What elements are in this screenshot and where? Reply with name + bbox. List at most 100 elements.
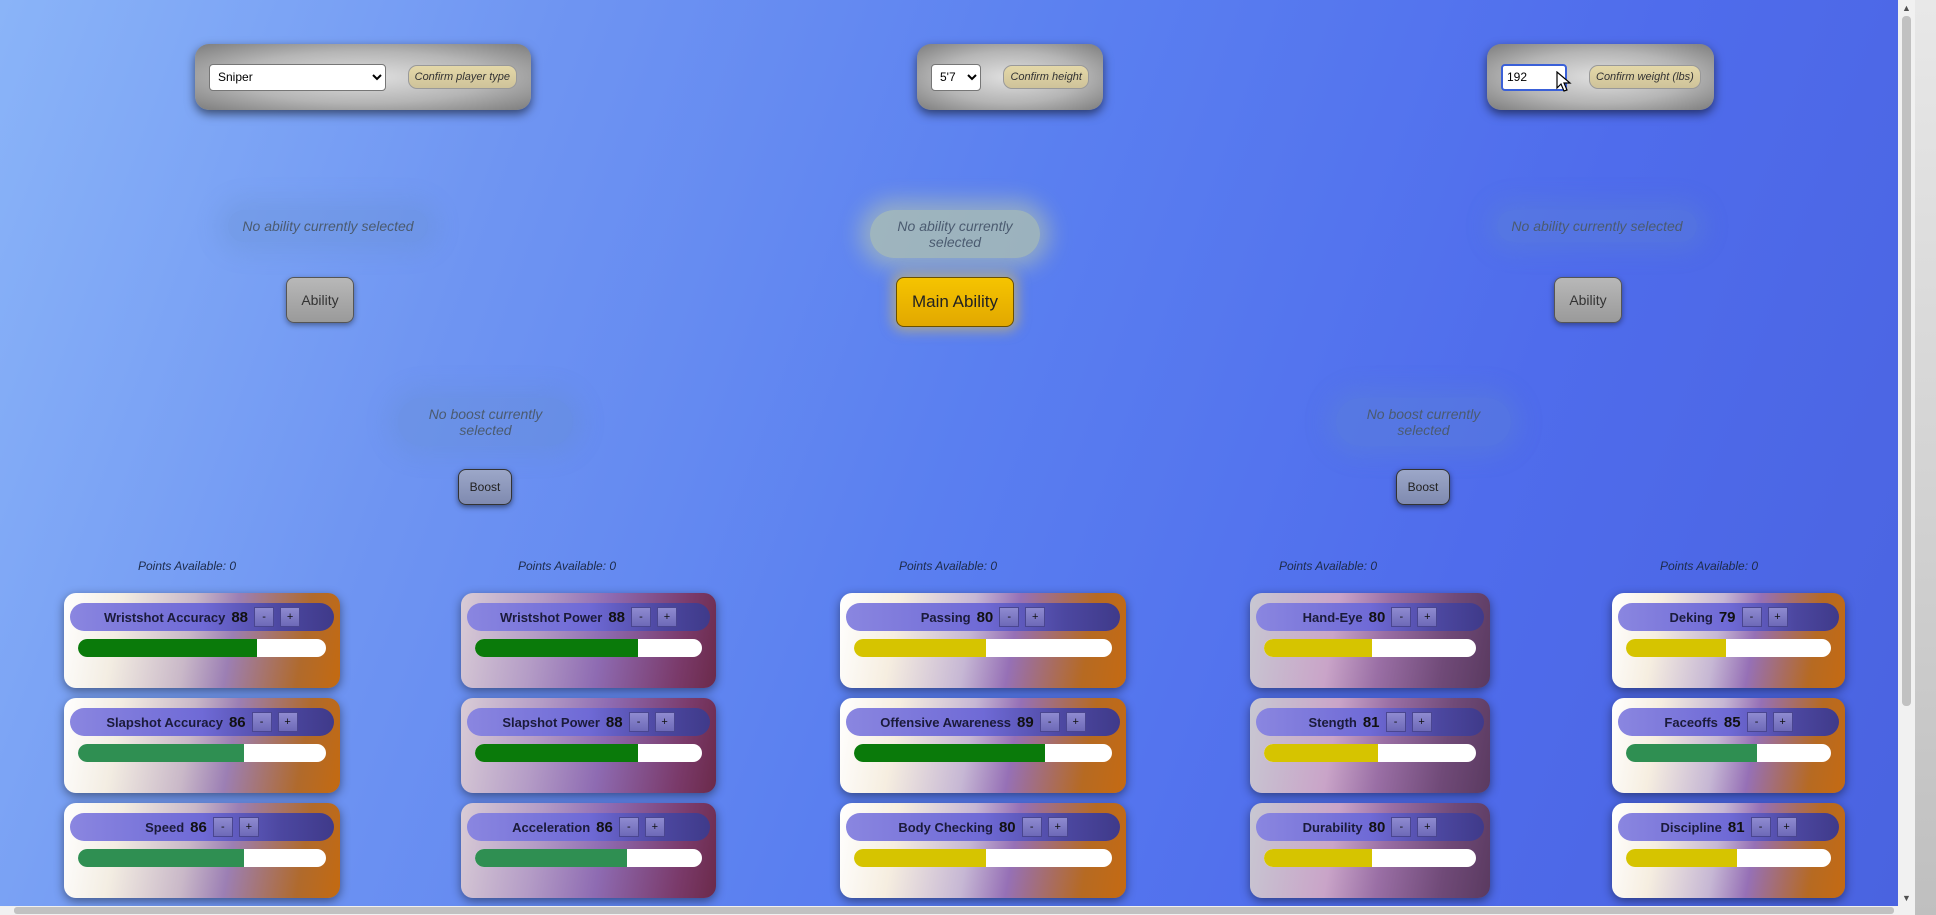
scroll-up-icon[interactable]: ▲ xyxy=(1898,0,1915,16)
increment-button[interactable]: + xyxy=(1772,712,1793,732)
increment-button[interactable]: + xyxy=(1417,817,1438,837)
stat-value: 88 xyxy=(605,713,623,731)
stat-progress-fill xyxy=(854,639,986,657)
increment-button[interactable]: + xyxy=(1767,607,1788,627)
decrement-button[interactable]: - xyxy=(212,817,233,837)
decrement-button[interactable]: - xyxy=(1746,712,1767,732)
increment-button[interactable]: + xyxy=(1411,712,1432,732)
stat-progress-fill xyxy=(854,744,1045,762)
stat-value: 81 xyxy=(1727,818,1745,836)
stat-card: Acceleration 86- + xyxy=(461,803,716,898)
stat-progress-bar xyxy=(1626,744,1831,762)
decrement-button[interactable]: - xyxy=(631,607,652,627)
stat-progress-bar xyxy=(1264,744,1476,762)
confirm-player-type-button[interactable]: Confirm player type xyxy=(407,65,517,89)
points-available-col-3: Points Available: 0 xyxy=(898,559,998,573)
right-ability-button[interactable]: Ability xyxy=(1554,277,1622,323)
stat-card: Offensive Awareness 89- + xyxy=(840,698,1126,793)
stat-name: Discipline xyxy=(1660,819,1722,835)
stat-progress-fill xyxy=(78,849,245,867)
decrement-button[interactable]: - xyxy=(1391,607,1412,627)
stat-value: 80 xyxy=(1368,608,1386,626)
main-ability-status: No ability currently selected xyxy=(870,210,1040,258)
right-ability-status: No ability currently selected xyxy=(1497,210,1697,242)
decrement-button[interactable]: - xyxy=(1750,817,1771,837)
stat-value: 79 xyxy=(1718,608,1736,626)
stat-value: 80 xyxy=(1368,818,1386,836)
stat-name: Faceoffs xyxy=(1664,714,1718,730)
stat-card: Faceoffs 85- + xyxy=(1612,698,1845,793)
stat-header: Discipline 81- + xyxy=(1618,813,1839,841)
stat-name: Stength xyxy=(1308,714,1357,730)
increment-button[interactable]: + xyxy=(644,817,665,837)
background-window-strip xyxy=(1915,0,1936,915)
decrement-button[interactable]: - xyxy=(1039,712,1060,732)
confirm-height-button[interactable]: Confirm height xyxy=(1003,65,1089,89)
stat-progress-bar xyxy=(1626,849,1831,867)
stat-header: Acceleration 86- + xyxy=(467,813,710,841)
stat-card: Deking 79- + xyxy=(1612,593,1845,688)
decrement-button[interactable]: - xyxy=(1385,712,1406,732)
increment-button[interactable]: + xyxy=(657,607,678,627)
decrement-button[interactable]: - xyxy=(618,817,639,837)
stat-progress-fill xyxy=(1264,639,1373,657)
stat-progress-bar xyxy=(1626,639,1831,657)
increment-button[interactable]: + xyxy=(1047,817,1068,837)
vertical-scrollbar[interactable]: ▲ ▼ xyxy=(1898,0,1915,906)
left-ability-button[interactable]: Ability xyxy=(286,277,354,323)
increment-button[interactable]: + xyxy=(238,817,259,837)
stat-progress-bar xyxy=(475,639,702,657)
left-boost-button[interactable]: Boost xyxy=(458,469,512,505)
decrement-button[interactable]: - xyxy=(1021,817,1042,837)
stat-name: Body Checking xyxy=(898,819,993,835)
stat-header: Stength 81- + xyxy=(1256,708,1484,736)
decrement-button[interactable]: - xyxy=(254,607,275,627)
stat-header: Durability 80- + xyxy=(1256,813,1484,841)
weight-panel: Confirm weight (lbs) xyxy=(1487,44,1714,110)
increment-button[interactable]: + xyxy=(654,712,675,732)
horizontal-scrollbar[interactable] xyxy=(0,906,1915,915)
increment-button[interactable]: + xyxy=(1417,607,1438,627)
stat-card: Durability 80- + xyxy=(1250,803,1490,898)
stat-value: 88 xyxy=(608,608,626,626)
scroll-down-icon[interactable]: ▼ xyxy=(1898,890,1915,906)
stat-card: Slapshot Power 88- + xyxy=(461,698,716,793)
stat-progress-bar xyxy=(854,639,1112,657)
decrement-button[interactable]: - xyxy=(628,712,649,732)
right-boost-button[interactable]: Boost xyxy=(1396,469,1450,505)
stat-value: 89 xyxy=(1017,713,1034,731)
stat-header: Speed 86- + xyxy=(70,813,334,841)
main-ability-button[interactable]: Main Ability xyxy=(896,277,1014,327)
height-panel: 5'7 Confirm height xyxy=(917,44,1103,110)
stat-name: Speed xyxy=(145,819,185,835)
increment-button[interactable]: + xyxy=(1025,607,1046,627)
height-select[interactable]: 5'7 xyxy=(931,63,982,91)
left-boost-status: No boost currently selected xyxy=(398,398,573,446)
stat-header: Hand-Eye 80- + xyxy=(1256,603,1484,631)
decrement-button[interactable]: - xyxy=(999,607,1020,627)
stat-value: 80 xyxy=(998,818,1016,836)
stat-value: 86 xyxy=(228,713,246,731)
player-type-select[interactable]: Sniper xyxy=(209,63,386,91)
confirm-weight-button[interactable]: Confirm weight (lbs) xyxy=(1589,65,1701,89)
vertical-scroll-thumb[interactable] xyxy=(1902,16,1911,706)
points-available-col-5: Points Available: 0 xyxy=(1659,559,1759,573)
stat-progress-fill xyxy=(1626,639,1727,657)
stat-progress-bar xyxy=(854,744,1112,762)
mouse-cursor-icon xyxy=(1556,71,1572,92)
horizontal-scroll-thumb[interactable] xyxy=(14,907,1894,914)
stat-progress-fill xyxy=(475,744,639,762)
decrement-button[interactable]: - xyxy=(1391,817,1412,837)
increment-button[interactable]: + xyxy=(1065,712,1086,732)
stat-name: Slapshot Power xyxy=(502,714,600,730)
stat-header: Body Checking 80- + xyxy=(846,813,1120,841)
increment-button[interactable]: + xyxy=(280,607,301,627)
player-type-panel: Sniper Confirm player type xyxy=(195,44,531,110)
stat-value: 86 xyxy=(190,818,207,836)
decrement-button[interactable]: - xyxy=(1741,607,1762,627)
points-available-col-4: Points Available: 0 xyxy=(1278,559,1378,573)
increment-button[interactable]: + xyxy=(1776,817,1797,837)
stat-progress-bar xyxy=(78,849,326,867)
decrement-button[interactable]: - xyxy=(251,712,272,732)
increment-button[interactable]: + xyxy=(277,712,298,732)
